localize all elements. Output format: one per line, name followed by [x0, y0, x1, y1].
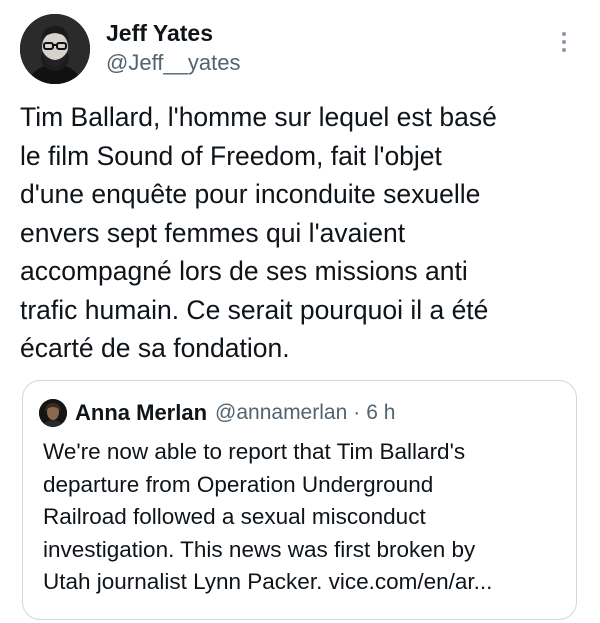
quoted-tweet-card[interactable]: Anna Merlan @annamerlan · 6 h We're now …	[22, 380, 577, 620]
quoted-author-avatar[interactable]	[39, 399, 67, 427]
quoted-tweet-header: Anna Merlan @annamerlan · 6 h	[39, 398, 395, 428]
quoted-avatar-image	[39, 399, 67, 427]
author-avatar[interactable]	[20, 14, 90, 84]
tweet: Jeff Yates @Jeff__yates Tim Ballard, l'h…	[0, 0, 600, 623]
quoted-author-handle: @annamerlan	[215, 401, 348, 424]
more-options-button[interactable]	[554, 28, 574, 56]
author-handle[interactable]: @Jeff__yates	[106, 48, 240, 78]
quoted-author-display-name: Anna Merlan	[75, 400, 208, 425]
avatar-image	[20, 14, 90, 84]
more-vertical-icon	[562, 32, 566, 52]
quoted-timestamp: 6 h	[366, 401, 396, 424]
author-names: Jeff Yates @Jeff__yates	[106, 18, 240, 78]
author-display-name[interactable]: Jeff Yates	[106, 18, 240, 48]
quoted-tweet-text: We're now able to report that Tim Ballar…	[43, 439, 493, 594]
quoted-separator: ·	[353, 401, 361, 424]
tweet-header: Jeff Yates @Jeff__yates	[20, 14, 580, 86]
tweet-text: Tim Ballard, l'homme sur lequel est basé…	[20, 102, 497, 363]
